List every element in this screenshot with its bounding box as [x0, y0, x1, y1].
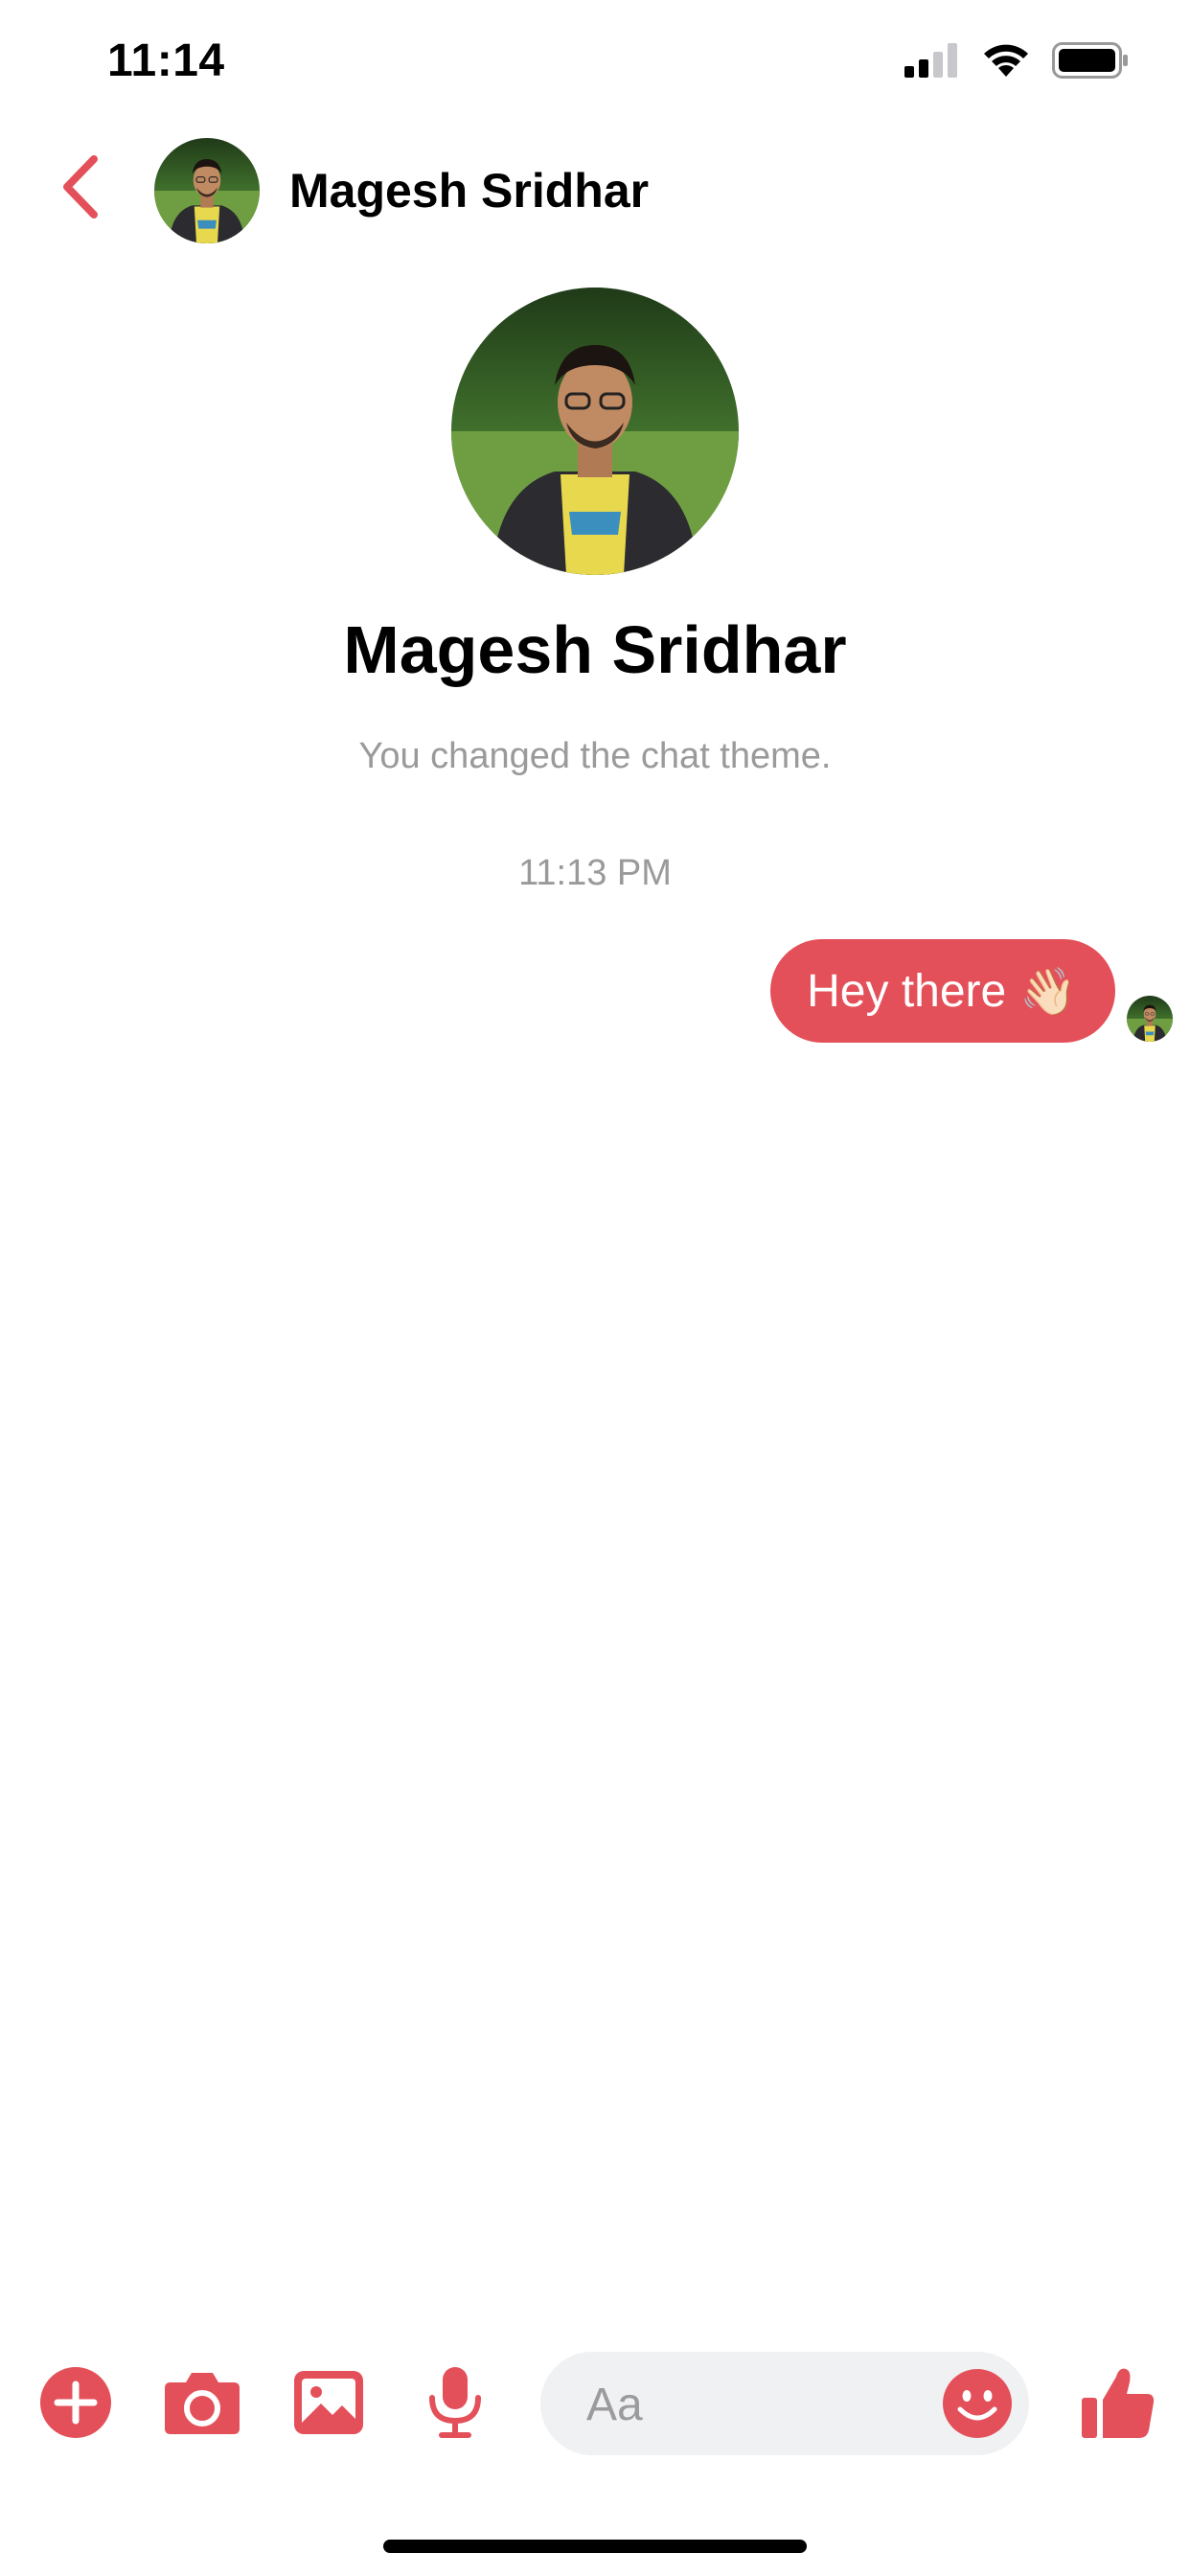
more-actions-button[interactable] [34, 2361, 117, 2444]
voice-message-button[interactable] [414, 2361, 496, 2444]
home-indicator[interactable] [383, 2540, 807, 2553]
thumbs-up-icon [1082, 2368, 1155, 2438]
back-button[interactable] [48, 144, 115, 230]
message-input-container [540, 2352, 1029, 2457]
message-input[interactable] [584, 2352, 933, 2457]
read-receipt-avatar [1127, 996, 1173, 1042]
emoji-icon [943, 2369, 1012, 2438]
like-button[interactable] [1077, 2361, 1159, 2444]
waving-hand-emoji: 👋🏻 [1019, 966, 1077, 1018]
avatar-image [154, 138, 260, 243]
message-text: Hey there [807, 965, 1007, 1017]
plus-icon [40, 2367, 111, 2438]
header-contact-name[interactable]: Magesh Sridhar [289, 163, 649, 218]
battery-icon [1052, 42, 1128, 79]
emoji-button[interactable] [941, 2367, 1014, 2440]
signal-icon [904, 43, 957, 78]
avatar-image [451, 288, 739, 575]
profile-avatar [451, 288, 739, 575]
status-time: 11:14 [107, 35, 225, 86]
microphone-icon [429, 2367, 481, 2438]
gallery-button[interactable] [287, 2361, 370, 2444]
camera-button[interactable] [161, 2361, 243, 2444]
profile-name: Magesh Sridhar [343, 612, 847, 687]
message-bubble-outgoing[interactable]: Hey there 👋🏻 [770, 939, 1115, 1043]
wifi-icon [984, 44, 1028, 77]
camera-icon [165, 2373, 240, 2434]
avatar-image [1127, 996, 1173, 1042]
chat-screen: 11:14 Magesh Sridhar Magesh Sridhar You … [0, 0, 1190, 2576]
status-icons [904, 42, 1129, 79]
chevron-left-icon [63, 155, 98, 218]
system-note: You changed the chat theme. [358, 736, 832, 776]
image-icon [294, 2371, 363, 2434]
message-timestamp: 11:13 PM [518, 853, 672, 893]
header-avatar[interactable] [154, 138, 260, 243]
